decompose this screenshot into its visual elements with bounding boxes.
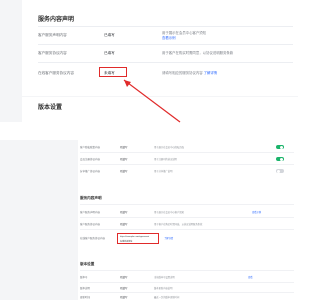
row-description: 用于客户在购买时需同意，以协议说明服务条款 [154, 224, 203, 226]
row-description: 最近一次的版本更新时间 [154, 297, 180, 299]
row-value: 已填写 [120, 223, 128, 226]
agreement-url-input[interactable]: https://example.com/agreement 在线协议地址 [117, 233, 159, 244]
setting-row: 版本号 已填写 当前版本号设置说明 查看 [80, 273, 294, 282]
row-label: 分享推广协议内容 [80, 170, 101, 173]
row-description: 当前版本号设置说明 [154, 277, 175, 279]
setting-row: 在线客户服务协议内容 了解详情 [80, 234, 294, 243]
row-value: 已填写 [120, 287, 128, 290]
row-label: 客户服务声明内容 [80, 211, 101, 214]
row-label: 客户服务协议内容 [80, 223, 101, 226]
divider [80, 204, 294, 205]
row-description: 用于分享推广说明 [154, 171, 173, 173]
row-description: 版本更新内容说明 [154, 288, 173, 290]
row-label: 客户隐私政策内容 [80, 146, 101, 149]
setting-row: 客户服务协议内容 已填写 用于客户在购买时需同意，以协议说明服务条款 [80, 220, 294, 229]
toggle-switch-on[interactable] [276, 157, 284, 162]
setting-row: 客户隐私政策内容 已填写 用于展示在会员中心隐私页面 [80, 143, 294, 152]
divider [80, 217, 294, 218]
view-link[interactable]: 查看 [248, 275, 253, 279]
annotation-arrow [123, 79, 181, 123]
learn-more-link[interactable]: 了解详情 [164, 236, 173, 240]
row-label: 版本号 [80, 276, 88, 279]
row-value: 已填写 [120, 170, 128, 173]
setting-row: 会员注册协议内容 已填写 用于注册时的协议说明 [80, 155, 294, 164]
row-label: 会员注册协议内容 [80, 158, 101, 161]
row-label: 更新时间 [80, 296, 91, 299]
toggle-switch-on[interactable] [276, 145, 284, 150]
row-description: 用于展示在会员中心隐私页面 [154, 147, 184, 149]
divider [80, 270, 294, 271]
toggle-switch-off[interactable] [276, 169, 284, 174]
row-value: 已填写 [120, 211, 128, 214]
section-title-version: 版本设置 [80, 262, 95, 266]
row-value: 已填写 [120, 276, 128, 279]
setting-row: 更新时间 已填写 最近一次的版本更新时间 [80, 293, 294, 300]
row-value: 已填写 [120, 146, 128, 149]
row-description: 用于展示在会员中心客户须知 [154, 212, 184, 214]
divider [80, 282, 294, 283]
divider [80, 152, 294, 153]
setting-row: 分享推广协议内容 已填写 用于分享推广说明 [80, 167, 294, 176]
section-title-service-content: 服务内容声明 [80, 196, 102, 200]
input-text: 在线协议地址 [120, 241, 133, 243]
row-label: 在线客户服务协议内容 [80, 237, 106, 240]
row-value: 已填写 [120, 296, 128, 299]
row-value: 已填写 [120, 158, 128, 161]
divider [80, 164, 294, 165]
section-title-version: 版本设置 [38, 105, 63, 111]
row-label: 版本说明 [80, 287, 91, 290]
divider [80, 229, 294, 230]
view-example-link[interactable]: 查看示例 [252, 210, 261, 214]
row-description: 用于注册时的协议说明 [154, 159, 177, 161]
input-text: https://example.com/agreement [120, 236, 150, 238]
setting-row: 客户服务声明内容 已填写 用于展示在会员中心客户须知 查看示例 [80, 208, 294, 217]
